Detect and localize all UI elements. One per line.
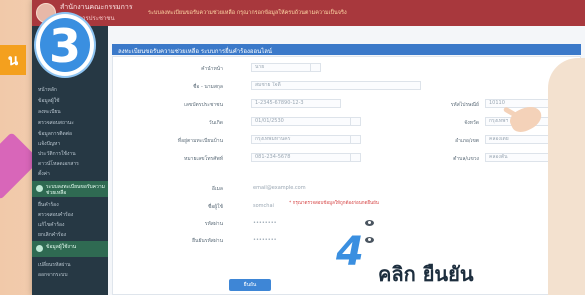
title-select[interactable]: นาย [251,63,321,72]
eye-icon[interactable] [365,237,374,243]
folder-icon [36,185,43,192]
sidebar-section-user[interactable]: ข้อมูลผู้ใช้งาน [32,241,108,257]
password-field[interactable]: •••••••• [253,220,277,226]
phone-select[interactable]: 081-234-5678 [251,153,361,162]
eye-icon[interactable] [365,220,374,226]
field-label: วันเกิด [208,120,223,126]
sidebar-item[interactable]: ข้อมูลการติดต่อ [38,130,72,138]
sidebar-item[interactable]: ออกจากระบบ [38,271,68,279]
sidebar-item[interactable]: แจ้งปัญหา [38,140,60,148]
step-3-badge: 3 [36,14,94,76]
confirm-button[interactable]: ยืนยัน [229,279,271,291]
field-label: รหัสผ่าน [204,221,223,227]
app-title: สำนักงานคณะกรรมการ [60,3,133,11]
username-field[interactable]: somchai [253,203,274,209]
fullname-field[interactable]: สมชาย ใจดี [251,81,421,90]
confirm-password-field[interactable]: •••••••• [253,237,277,243]
step-4-caption: คลิก ยืนยัน [378,262,474,286]
edge-label: น [0,45,26,75]
id-card-field[interactable]: 1-2345-67890-12-3 [251,99,341,108]
field-label: อำเภอ/เขต [455,138,479,144]
panel-title: ลงทะเบียนขอรับความช่วยเหลือ ระบบการยื่นค… [118,48,273,55]
field-label: คำนำหน้า [201,66,223,72]
sidebar-item[interactable]: ดาวน์โหลดเอกสาร [38,160,79,168]
sidebar-section-label: ข้อมูลผู้ใช้งาน [46,244,77,250]
field-label: รหัสไปรษณีย์ [450,102,479,108]
step-4-number: 4 [336,229,364,275]
sidebar-item[interactable]: ตรวจสอบสถานะ [38,119,74,127]
field-label: จังหวัด [464,120,479,126]
field-label: ชื่อ - นามสกุล [192,84,223,90]
header-notice: ระบบลงทะเบียนขอรับความช่วยเหลือ กรุณากรอ… [148,10,347,16]
sidebar-item[interactable]: หน้าหลัก [38,86,57,94]
step-3-number: 3 [48,19,81,73]
sidebar-item[interactable]: ตั้งค่า [38,170,50,178]
sidebar-item[interactable]: เปลี่ยนรหัสผ่าน [38,261,70,269]
field-label: อีเมล [211,186,223,192]
app-window: สำนักงานคณะกรรมการ ศูนย์บริการประชาชน ระ… [32,0,585,295]
field-label: ตำบล/แขวง [453,156,479,162]
sidebar-item[interactable]: ลงทะเบียน [38,108,61,116]
address-select[interactable]: กรุงเทพมหานคร [251,135,361,144]
sidebar-item[interactable]: แก้ไขคำร้อง [38,221,64,229]
sidebar-item[interactable]: ประวัติการใช้งาน [38,150,76,158]
field-label: ที่อยู่ตามทะเบียนบ้าน [177,138,223,144]
app-header: สำนักงานคณะกรรมการ ศูนย์บริการประชาชน ระ… [32,0,585,26]
field-label: ชื่อผู้ใช้ [207,204,223,210]
field-label: หมายเลขโทรศัพท์ [184,156,223,162]
sidebar-item[interactable]: ยื่นคำร้อง [38,201,59,209]
birthdate-select[interactable]: 01/01/2530 [251,117,361,126]
user-icon [36,245,43,252]
presenter-figure [548,58,585,295]
sidebar-item[interactable]: ตรวจสอบคำร้อง [38,211,73,219]
sidebar-section-label: ระบบลงทะเบียนขอรับความช่วยเหลือ [46,184,105,196]
field-label: เลขบัตรประชาชน [184,102,223,108]
sidebar-section-registration[interactable]: ระบบลงทะเบียนขอรับความช่วยเหลือ [32,181,108,197]
panel-header: ลงทะเบียนขอรับความช่วยเหลือ ระบบการยื่นค… [112,44,581,55]
email-field[interactable]: email@example.com [253,185,306,191]
sidebar-item[interactable]: ข้อมูลผู้ใช้ [38,97,60,105]
warning-note: * กรุณาตรวจสอบข้อมูลให้ถูกต้องก่อนกดยืนย… [289,201,379,206]
sidebar-item[interactable]: ยกเลิกคำร้อง [38,231,66,239]
field-label: ยืนยันรหัสผ่าน [192,238,223,244]
